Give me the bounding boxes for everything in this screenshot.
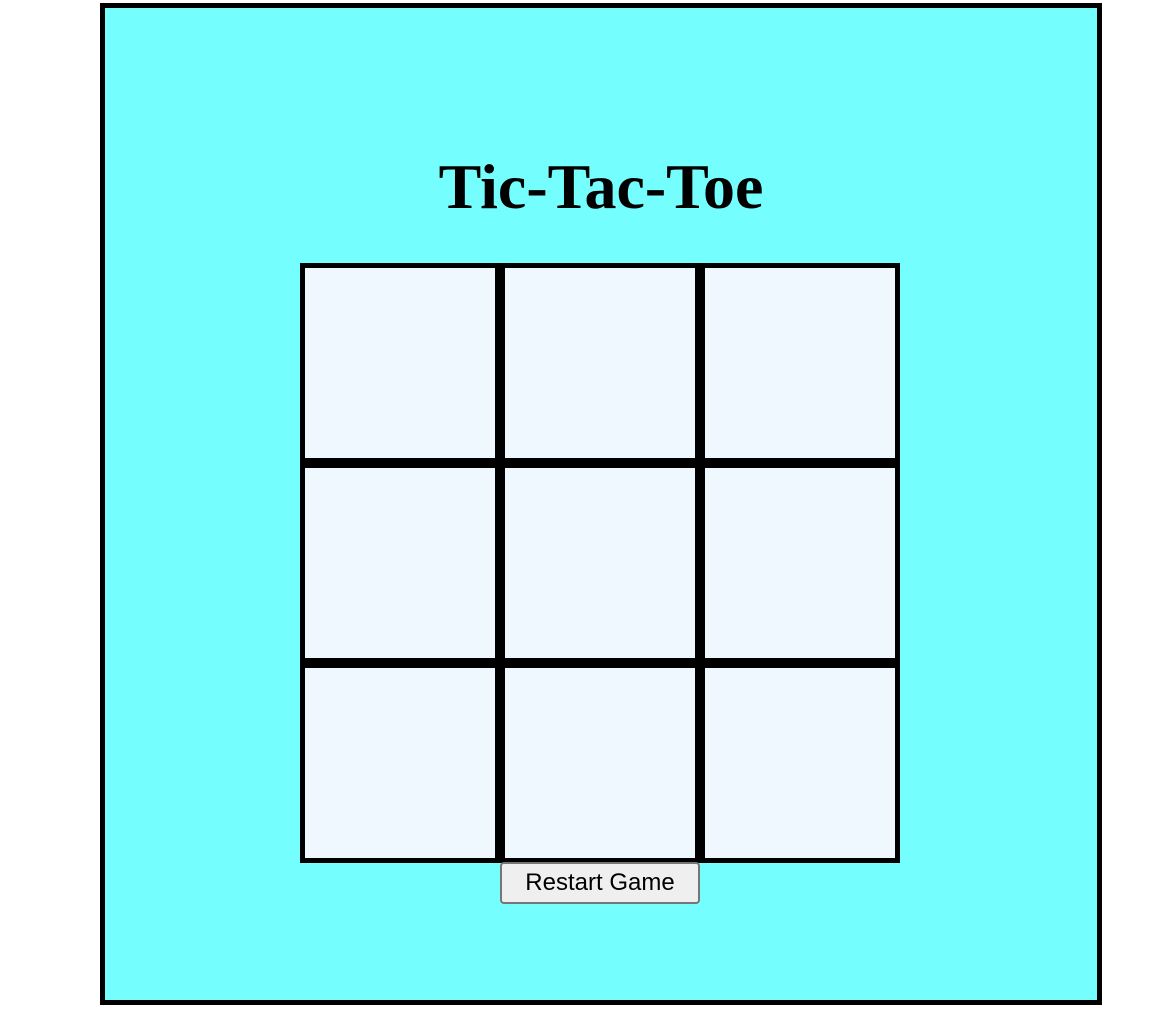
board-cell-r1-c3[interactable] xyxy=(700,263,900,463)
game-panel: Tic-Tac-Toe Restart Game xyxy=(100,3,1102,1005)
board-cell-r2-c3[interactable] xyxy=(700,463,900,663)
board-cell-r1-c1[interactable] xyxy=(300,263,500,463)
board-cell-r2-c2[interactable] xyxy=(500,463,700,663)
board-cell-r2-c1[interactable] xyxy=(300,463,500,663)
board-cell-r3-c1[interactable] xyxy=(300,663,500,863)
game-board xyxy=(300,263,900,863)
board-cell-r3-c3[interactable] xyxy=(700,663,900,863)
game-title: Tic-Tac-Toe xyxy=(438,151,764,222)
board-cell-r3-c2[interactable] xyxy=(500,663,700,863)
board-cell-r1-c2[interactable] xyxy=(500,263,700,463)
restart-button[interactable]: Restart Game xyxy=(500,862,700,904)
